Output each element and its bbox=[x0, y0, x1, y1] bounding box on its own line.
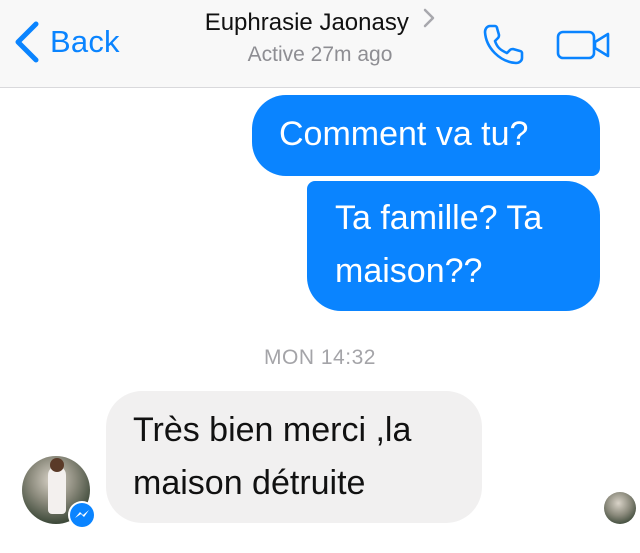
messenger-badge bbox=[68, 501, 96, 529]
video-camera-icon[interactable] bbox=[555, 24, 613, 64]
back-button-label: Back bbox=[50, 24, 120, 59]
conversation-title[interactable]: Euphrasie Jaonasy Active 27m ago bbox=[160, 8, 480, 67]
phone-icon[interactable] bbox=[480, 20, 528, 68]
messenger-icon bbox=[70, 503, 94, 527]
read-receipt-avatar bbox=[604, 492, 636, 524]
avatar-head bbox=[50, 458, 64, 472]
incoming-message[interactable]: Très bien merci ,la maison détruite bbox=[106, 391, 482, 523]
back-button[interactable]: Back bbox=[12, 18, 120, 66]
message-timestamp: MON 14:32 bbox=[264, 346, 376, 369]
navigation-bar: Back Euphrasie Jaonasy Active 27m ago bbox=[0, 0, 640, 88]
chevron-right-icon bbox=[424, 8, 435, 28]
avatar-figure bbox=[48, 466, 66, 514]
outgoing-message[interactable]: Comment va tu? bbox=[252, 95, 600, 176]
chevron-left-icon bbox=[15, 21, 39, 63]
contact-status: Active 27m ago bbox=[247, 43, 393, 66]
contact-name: Euphrasie Jaonasy bbox=[204, 9, 409, 36]
outgoing-message[interactable]: Ta famille? Ta maison?? bbox=[307, 181, 600, 311]
